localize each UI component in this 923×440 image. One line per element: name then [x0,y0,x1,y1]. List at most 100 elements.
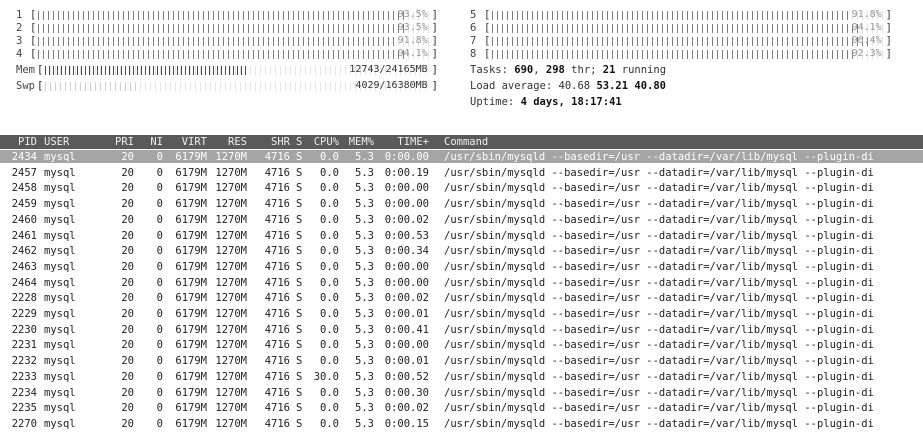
cell-res: 1270M [215,245,247,258]
cell-time: 0:00.02 [384,402,429,415]
cell-pri: 20 [121,355,134,368]
cell-mem: 5.3 [355,151,374,163]
table-row[interactable]: 2461 mysql 20 0 6179M 1270M 4716 S 0.0 5.3 0:00.53… [0,229,923,242]
table-row[interactable]: 2459 mysql 20 0 6179M 1270M 4716 S 0.0 5.3 0:00.00… [0,197,923,210]
cell-user: mysql [44,151,76,163]
cell-user: mysql [44,166,76,179]
cell-time: 0:00.41 [384,323,429,336]
cell-user: mysql [44,355,76,368]
cell-pid: 2463 [11,260,37,273]
cell-pid: 2232 [11,355,37,368]
column-user[interactable]: USER [44,136,69,148]
table-row[interactable]: 2458 mysql 20 0 6179M 1270M 4716 S 0.0 5.3 0:00.00… [0,181,923,194]
cell-time: 0:00.34 [384,245,429,258]
column-mem[interactable]: MEM% [340,136,374,148]
cell-mem: 5.3 [355,166,374,179]
cpu-number: 7 [470,35,477,47]
table-row[interactable]: 2434 mysql 20 0 6179M 1270M 4716 S 0.0 5.3 0:00.00… [0,150,923,163]
cell-cmd: /usr/sbin/mysqld --basedir=/usr --datadi… [444,292,874,305]
cell-pid: 2458 [11,182,37,195]
cell-time: 0:00.52 [384,370,429,383]
cpu-percent: 91.8% [851,8,882,20]
table-row[interactable]: 2231 mysql 20 0 6179M 1270M 4716 S 0.0 5.3 0:00.00… [0,338,923,351]
cell-pri: 20 [121,417,134,430]
cell-res: 1270M [215,198,247,211]
swap-bar: 4029/16380MB [45,80,430,91]
cell-res: 1270M [215,323,247,336]
table-row[interactable]: 2229 mysql 20 0 6179M 1270M 4716 S 0.0 5.3 0:00.01… [0,307,923,320]
cell-pri: 20 [121,323,134,336]
cell-time: 0:00.01 [384,308,429,320]
column-state[interactable]: S [296,136,302,148]
cell-res: 1270M [215,308,247,320]
cpu-percent: 93.5% [397,21,428,33]
table-row[interactable]: 2462 mysql 20 0 6179M 1270M 4716 S 0.0 5.3 0:00.34… [0,244,923,257]
cell-ni: 0 [156,355,163,368]
column-pri[interactable]: PRI [100,136,134,148]
table-row[interactable]: 2464 mysql 20 0 6179M 1270M 4716 S 0.0 5.3 0:00.00… [0,276,923,289]
cpu-number: 2 [16,22,23,34]
cell-virt: 6179M [175,260,207,273]
table-row[interactable]: 2270 mysql 20 0 6179M 1270M 4716 S 0.0 5.3 0:00.15… [0,417,923,430]
cell-shr: 4716 [264,213,290,226]
table-row[interactable]: 2228 mysql 20 0 6179M 1270M 4716 S 0.0 5.3 0:00.02… [0,291,923,304]
cell-pri: 20 [121,402,134,415]
table-row[interactable]: 2463 mysql 20 0 6179M 1270M 4716 S 0.0 5.3 0:00.00… [0,260,923,273]
cell-res: 1270M [215,355,247,368]
cell-cmd: /usr/sbin/mysqld --basedir=/usr --datadi… [444,245,874,258]
column-shr[interactable]: SHR [255,136,290,148]
cell-res: 1270M [215,339,247,352]
cell-mem: 5.3 [355,323,374,336]
swap-meter: Swp[ 4029/16380MB] [16,79,438,93]
cell-time: 0:00.19 [384,166,429,179]
table-row[interactable]: 2230 mysql 20 0 6179M 1270M 4716 S 0.0 5.3 0:00.41… [0,323,923,336]
cell-virt: 6179M [175,308,207,320]
cell-mem: 5.3 [355,355,374,368]
cell-pri: 20 [121,260,134,273]
cell-s: S [296,417,303,430]
cell-shr: 4716 [264,323,290,336]
table-row[interactable]: 2460 mysql 20 0 6179M 1270M 4716 S 0.0 5.3 0:00.02… [0,213,923,226]
cell-shr: 4716 [264,370,290,383]
cell-cmd: /usr/sbin/mysqld --basedir=/usr --datadi… [444,276,874,289]
column-res[interactable]: RES [208,136,247,148]
cell-cmd: /usr/sbin/mysqld --basedir=/usr --datadi… [444,260,874,273]
cell-cmd: /usr/sbin/mysqld --basedir=/usr --datadi… [444,198,874,211]
cell-s: S [296,308,303,320]
cell-s: S [296,402,303,415]
cell-shr: 4716 [264,151,290,163]
cell-pid: 2270 [11,417,37,430]
column-command[interactable]: Command [444,136,488,148]
column-time[interactable]: TIME+ [380,136,429,148]
process-table-header: PID USER PRI NI VIRT RES SHR S CPU% MEM%… [0,135,923,149]
cell-res: 1270M [215,151,247,163]
table-row[interactable]: 2235 mysql 20 0 6179M 1270M 4716 S 0.0 5.3 0:00.02… [0,401,923,414]
cpu-meter-4: 4[ 94.1%] [16,47,438,61]
cell-virt: 6179M [175,213,207,226]
cell-mem: 5.3 [355,386,374,399]
cell-ni: 0 [156,292,163,305]
table-row[interactable]: 2457 mysql 20 0 6179M 1270M 4716 S 0.0 5.3 0:00.19… [0,166,923,179]
cell-pri: 20 [121,198,134,211]
cell-cmd: /usr/sbin/mysqld --basedir=/usr --datadi… [444,370,874,383]
cell-s: S [296,292,303,305]
column-pid[interactable]: PID [0,136,37,148]
cell-shr: 4716 [264,166,290,179]
table-row[interactable]: 2234 mysql 20 0 6179M 1270M 4716 S 0.0 5.3 0:00.30… [0,386,923,399]
cpu-meter-1: 1[ 93.5%] [16,8,438,22]
column-ni[interactable]: NI [140,136,163,148]
cell-user: mysql [44,276,76,289]
column-virt[interactable]: VIRT [165,136,207,148]
cell-mem: 5.3 [355,370,374,383]
cell-res: 1270M [215,166,247,179]
column-cpu[interactable]: CPU% [305,136,339,148]
cell-cpu: 0.0 [320,339,339,352]
cell-time: 0:00.00 [384,339,429,352]
cell-user: mysql [44,229,76,242]
table-row[interactable]: 2232 mysql 20 0 6179M 1270M 4716 S 0.0 5.3 0:00.01… [0,354,923,367]
table-row[interactable]: 2233 mysql 20 0 6179M 1270M 4716 S 30.0 5.3 0:00.5… [0,370,923,383]
cell-cpu: 0.0 [320,417,339,430]
cell-time: 0:00.02 [384,292,429,305]
cpu-percent: 91.8% [397,34,428,46]
cell-virt: 6179M [175,182,207,195]
